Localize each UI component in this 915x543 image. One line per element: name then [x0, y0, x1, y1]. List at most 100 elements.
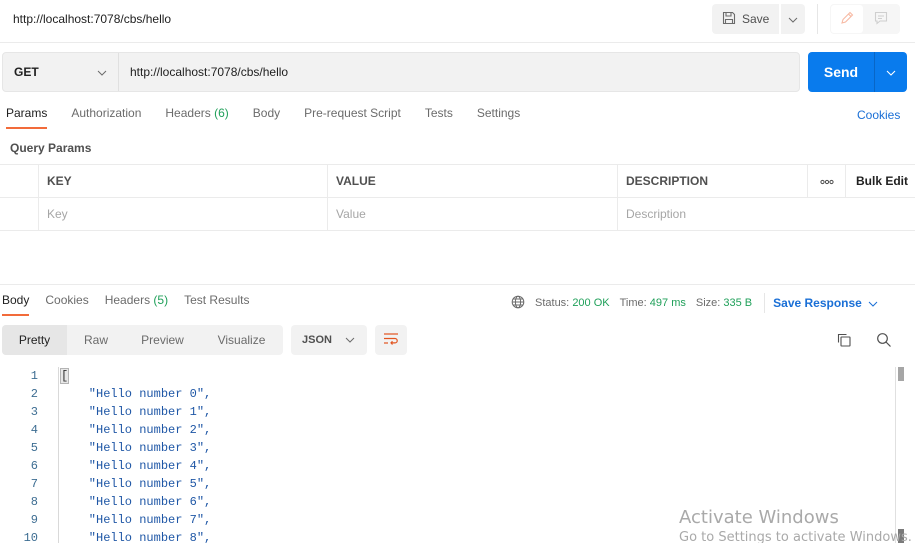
query-params-table: KEY VALUE DESCRIPTION Bulk Edit Key Valu…: [0, 164, 915, 231]
edit-comment-group: [830, 4, 900, 34]
status[interactable]: Status: 200 OK: [535, 297, 610, 309]
save-button[interactable]: Save: [712, 4, 779, 34]
time[interactable]: Time: 497 ms: [620, 297, 686, 309]
send-dropdown-button[interactable]: [875, 52, 907, 92]
response-meta: Status: 200 OK Time: 497 ms Size: 335 B …: [511, 293, 878, 313]
globe-icon[interactable]: [511, 295, 525, 312]
floppy-disk-icon: [722, 11, 736, 28]
table-header-row: KEY VALUE DESCRIPTION Bulk Edit: [0, 165, 915, 198]
search-button[interactable]: [874, 331, 894, 351]
chevron-down-icon: [97, 65, 107, 79]
status-label: Status:: [535, 297, 570, 309]
save-label: Save: [742, 12, 770, 26]
method-label: GET: [14, 65, 39, 79]
request-tabs: Params Authorization Headers (6) Body Pr…: [6, 106, 544, 129]
line-number: 6: [30, 459, 38, 473]
view-raw[interactable]: Raw: [67, 325, 125, 355]
tab-label: Authorization: [71, 106, 142, 120]
wrap-lines-button[interactable]: [375, 325, 407, 355]
code-line: "Hello number 5",: [60, 477, 212, 491]
watermark-title: Activate Windows: [679, 507, 839, 528]
line-number: 10: [23, 531, 38, 543]
send-button[interactable]: Send: [808, 52, 875, 92]
key-input[interactable]: Key: [39, 198, 328, 230]
save-dropdown-button[interactable]: [781, 4, 805, 34]
edit-button[interactable]: [831, 5, 863, 33]
url-bar: GET: [2, 52, 800, 92]
save-group: Save: [712, 4, 805, 34]
tab-body[interactable]: Body: [253, 106, 280, 128]
table-row: Key Value Description: [0, 198, 915, 231]
scrollbar-thumb[interactable]: [898, 367, 904, 381]
tab-headers[interactable]: Headers (6): [165, 106, 228, 128]
tab-label: Headers: [104, 293, 151, 307]
code-content: [ "Hello number 0", "Hello number 1", "H…: [60, 367, 211, 543]
save-response-button[interactable]: Save Response: [773, 296, 878, 310]
tab-label: Test Results: [184, 293, 250, 307]
bulk-edit-button[interactable]: Bulk Edit: [846, 165, 915, 197]
wrap-lines-icon: [383, 332, 399, 349]
column-description: DESCRIPTION: [618, 165, 808, 197]
cookies-link[interactable]: Cookies: [857, 108, 900, 122]
view-visualize[interactable]: Visualize: [200, 325, 283, 355]
tab-authorization[interactable]: Authorization: [71, 106, 141, 128]
response-headers-count: (5): [153, 293, 169, 307]
query-params-title: Query Params: [10, 141, 92, 155]
tab-params[interactable]: Params: [6, 106, 48, 129]
row-checkbox-cell: [0, 198, 39, 230]
line-number: 5: [30, 441, 38, 455]
size-value: 335 B: [723, 297, 753, 309]
size-label: Size:: [695, 297, 721, 309]
request-title[interactable]: http://localhost:7078/cbs/hello: [13, 12, 171, 26]
code-line: "Hello number 8",: [60, 531, 212, 543]
tab-response-cookies[interactable]: Cookies: [45, 293, 88, 315]
send-group: Send: [808, 52, 907, 92]
language-label: JSON: [302, 334, 332, 346]
comment-button[interactable]: [864, 4, 898, 34]
language-select[interactable]: JSON: [291, 325, 367, 355]
line-number: 9: [30, 513, 38, 527]
request-header-bar: http://localhost:7078/cbs/hello Save: [0, 0, 915, 43]
tab-label: Settings: [476, 106, 521, 120]
tab-label: Tests: [424, 106, 453, 120]
tab-label: Headers: [165, 106, 211, 120]
activate-windows-watermark: Activate Windows Go to Settings to activ…: [679, 507, 912, 543]
tab-label: Body: [252, 106, 281, 120]
pencil-icon: [840, 11, 854, 28]
search-icon: [876, 332, 892, 351]
chevron-down-icon: [886, 65, 896, 79]
view-pretty[interactable]: Pretty: [2, 325, 67, 355]
line-number: 2: [30, 387, 38, 401]
tab-response-body[interactable]: Body: [2, 293, 30, 316]
description-input[interactable]: Description: [618, 198, 915, 230]
tab-test-results[interactable]: Test Results: [184, 293, 249, 315]
tab-pre-request-script[interactable]: Pre-request Script: [304, 106, 401, 128]
time-value: 497 ms: [649, 297, 686, 309]
view-mode-control: Pretty Raw Preview Visualize: [2, 325, 283, 355]
divider: [764, 293, 766, 313]
tab-settings[interactable]: Settings: [477, 106, 520, 128]
method-select[interactable]: GET: [3, 53, 119, 91]
tab-response-headers[interactable]: Headers (5): [105, 293, 168, 315]
more-horizontal-icon: [819, 174, 834, 188]
more-options-button[interactable]: [808, 165, 846, 197]
response-divider: [0, 284, 915, 285]
code-line: "Hello number 0",: [60, 387, 212, 401]
tab-label: Cookies: [45, 293, 89, 307]
size[interactable]: Size: 335 B: [696, 297, 752, 309]
line-number: 8: [30, 495, 38, 509]
copy-button[interactable]: [834, 331, 854, 351]
tab-tests[interactable]: Tests: [425, 106, 453, 128]
line-number: 7: [30, 477, 38, 491]
url-input[interactable]: [119, 53, 799, 91]
value-input[interactable]: Value: [328, 198, 618, 230]
line-number: 3: [30, 405, 38, 419]
comment-icon: [874, 11, 888, 28]
view-preview[interactable]: Preview: [125, 325, 200, 355]
code-line: "Hello number 7",: [60, 513, 212, 527]
gutter-divider: [58, 367, 59, 543]
tab-label: Body: [2, 293, 30, 307]
line-number: 1: [30, 369, 38, 383]
time-label: Time:: [619, 297, 647, 309]
code-line: "Hello number 1",: [60, 405, 212, 419]
